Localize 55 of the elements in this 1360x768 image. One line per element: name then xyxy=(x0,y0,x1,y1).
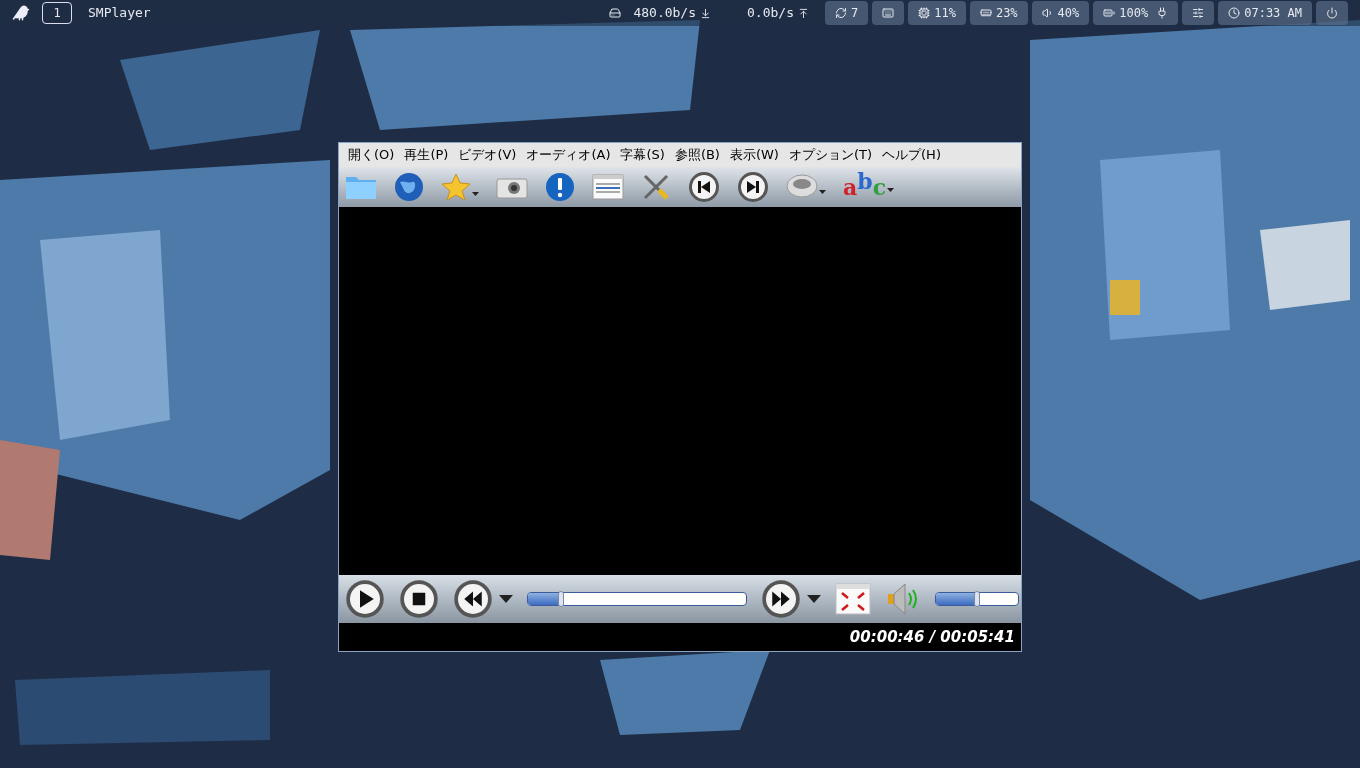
menu-item[interactable]: 再生(P) xyxy=(399,145,454,165)
menu-item[interactable]: オプション(T) xyxy=(783,145,878,165)
menu-item[interactable]: ヘルプ(H) xyxy=(877,145,946,165)
clock-icon xyxy=(1228,7,1241,19)
cpu-widget[interactable]: 11% xyxy=(908,1,966,25)
menu-item[interactable]: 表示(W) xyxy=(724,145,784,165)
menu-item[interactable]: ビデオ(V) xyxy=(453,145,522,165)
plug-icon xyxy=(1156,7,1169,19)
fullscreen-button[interactable] xyxy=(835,583,871,615)
menu-item[interactable]: オーディオ(A) xyxy=(521,145,616,165)
stop-button[interactable] xyxy=(399,579,439,619)
updates-widget[interactable]: 7 xyxy=(825,1,869,25)
rewind-button[interactable] xyxy=(453,579,493,619)
clock-widget[interactable]: 07:33 AM xyxy=(1218,1,1312,25)
exclamation-icon[interactable] xyxy=(545,172,575,202)
dropdown-arrow-icon[interactable] xyxy=(819,190,826,194)
seek-slider[interactable] xyxy=(527,592,747,606)
camera-icon[interactable] xyxy=(496,175,528,199)
workspace-button[interactable]: 1 xyxy=(42,2,72,24)
menu-item[interactable]: 参照(B) xyxy=(669,145,725,165)
skip-forward-icon[interactable] xyxy=(737,171,769,203)
download-rate: 480.0b/s xyxy=(633,4,697,23)
mixer-button[interactable] xyxy=(1182,1,1215,25)
dropdown-arrow-icon[interactable] xyxy=(887,188,895,192)
sliders-icon xyxy=(1192,7,1205,19)
memory-widget[interactable]: 23% xyxy=(969,1,1028,25)
power-button[interactable] xyxy=(1316,1,1348,25)
menu-item[interactable]: 開く(O) xyxy=(343,145,400,165)
menu-item[interactable]: 字幕(S) xyxy=(615,145,670,165)
list-window-icon[interactable] xyxy=(592,174,624,200)
power-icon xyxy=(1326,7,1338,19)
speaker-icon xyxy=(1041,7,1054,19)
battery-icon xyxy=(1103,7,1116,19)
keyboard-widget[interactable] xyxy=(872,1,905,25)
dropdown-arrow-icon[interactable] xyxy=(807,595,821,603)
fast-forward-button[interactable] xyxy=(761,579,801,619)
keyboard-icon xyxy=(882,7,895,19)
dropdown-arrow-icon[interactable] xyxy=(472,192,479,196)
upload-icon xyxy=(798,7,809,19)
volume-widget[interactable]: 40% xyxy=(1031,1,1090,25)
bird-icon[interactable] xyxy=(12,4,30,22)
battery-widget[interactable]: 100% xyxy=(1093,1,1179,25)
dropdown-arrow-icon[interactable] xyxy=(499,595,513,603)
star-icon[interactable] xyxy=(441,172,471,202)
skip-back-icon[interactable] xyxy=(688,171,720,203)
download-icon xyxy=(700,7,712,19)
volume-slider[interactable] xyxy=(935,592,1019,606)
refresh-icon xyxy=(835,7,847,19)
play-button[interactable] xyxy=(345,579,385,619)
tools-icon[interactable] xyxy=(641,172,671,202)
memory-icon xyxy=(979,7,992,19)
chip-icon xyxy=(918,7,931,19)
upload-rate: 0.0b/s xyxy=(747,4,794,23)
time-display: 00:00:46 / 00:05:41 xyxy=(849,626,1015,648)
window-title: SMPlayer xyxy=(88,4,151,23)
